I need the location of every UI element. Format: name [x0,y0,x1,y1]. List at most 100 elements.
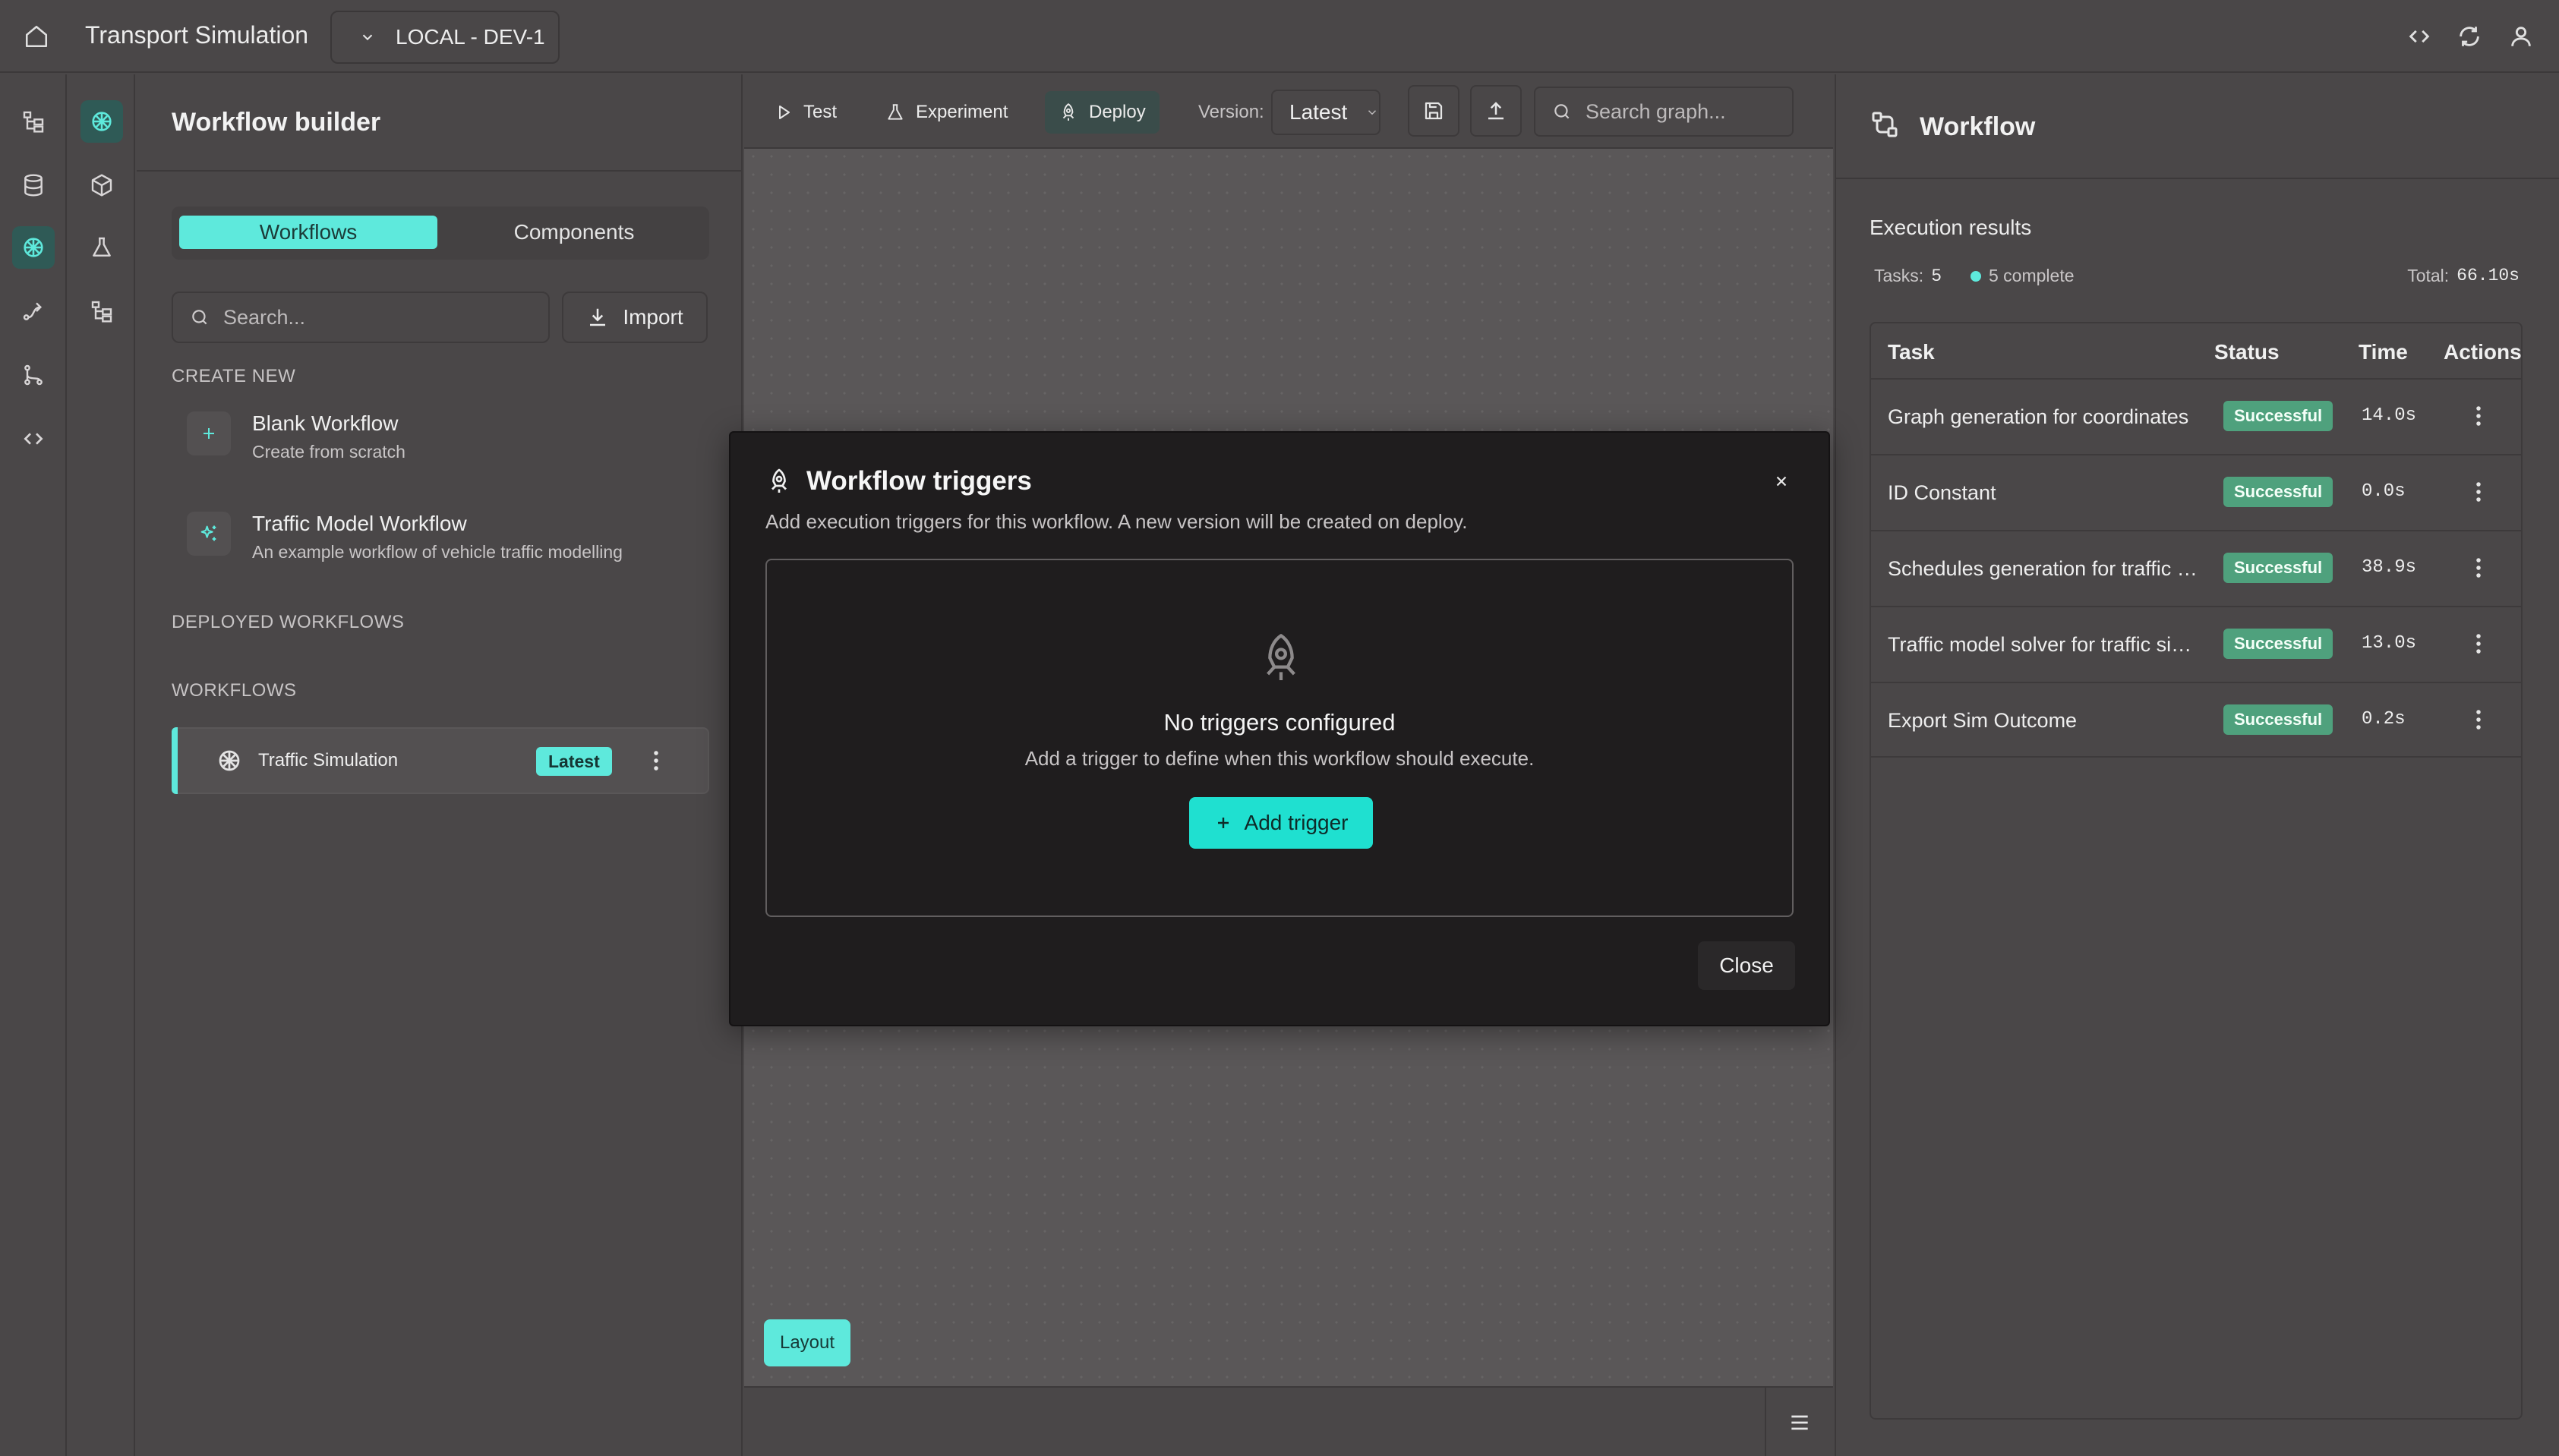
column-header-actions: Actions [2444,340,2522,364]
total-label: Total: [2407,266,2450,285]
canvas-bottom-bar [744,1386,1833,1456]
git-branch-icon[interactable] [12,354,55,396]
hierarchy-icon[interactable] [80,290,123,332]
version-value: Latest [1289,100,1348,124]
workflow-list-item[interactable]: Traffic Simulation Latest [172,727,709,794]
more-vertical-icon[interactable] [2463,627,2494,660]
template-description: Create from scratch [252,442,405,462]
plus-icon [187,411,231,455]
layout-button[interactable]: Layout [764,1319,850,1366]
menu-icon[interactable] [1765,1388,1833,1456]
task-time: 14.0s [2362,405,2417,426]
table-row[interactable]: Schedules generation for traffic simulat… [1871,530,2521,606]
status-badge: Successful [2223,401,2333,431]
tasks-count: 5 [1931,266,1942,286]
rocket-icon [1257,632,1305,686]
more-vertical-icon[interactable] [2463,399,2494,433]
selected-indicator [172,727,178,794]
version-select[interactable]: Latest [1271,90,1380,135]
execution-table: Task Status Time Actions Graph generatio… [1870,322,2523,1420]
table-row[interactable]: Graph generation for coordinates Success… [1871,378,2521,454]
upload-icon[interactable] [1470,85,1522,137]
database-icon[interactable] [12,164,55,206]
empty-state: No triggers configured Add a trigger to … [765,559,1794,917]
more-vertical-icon[interactable] [2463,551,2494,585]
tab-components[interactable]: Components [453,216,696,249]
table-row[interactable]: ID Constant Successful 0.0s [1871,454,2521,530]
play-icon [775,103,793,121]
experiment-label: Experiment [916,102,1008,122]
close-button[interactable]: Close [1698,941,1795,990]
dialog-description: Add execution triggers for this workflow… [765,510,1468,533]
rocket-icon [765,468,796,498]
execution-results-title: Execution results [1870,216,2032,239]
workflow-triggers-dialog: Workflow triggers Add execution triggers… [729,431,1830,1026]
save-icon[interactable] [1408,85,1459,137]
task-name: ID Constant [1888,481,1996,504]
import-button[interactable]: Import [562,292,708,343]
chevron-down-icon [359,29,376,46]
panel-title: Workflow builder [172,108,381,137]
complete-text: 5 complete [1989,266,2075,285]
total-time: Total: 66.10s [2407,266,2520,286]
workflow-icon [1870,109,1903,143]
search-input[interactable] [223,305,527,329]
workflow-brain-icon[interactable] [80,100,123,143]
task-time: 13.0s [2362,633,2417,654]
import-label: Import [623,305,683,329]
plus-icon [1214,814,1232,832]
task-name: Schedules generation for traffic simulat… [1888,557,2207,580]
cube-icon[interactable] [80,164,123,206]
task-time: 38.9s [2362,557,2417,578]
graph-search[interactable] [1534,87,1794,137]
workflow-search[interactable] [172,292,550,343]
task-name: Export Sim Outcome [1888,709,2078,732]
brain-icon[interactable] [12,226,55,269]
brain-icon [213,744,246,777]
tab-switcher: Workflows Components [172,206,709,260]
user-icon[interactable] [2504,20,2538,53]
template-traffic-model[interactable]: Traffic Model Workflow An example workfl… [172,496,709,580]
refresh-icon[interactable] [2453,20,2486,53]
graph-search-input[interactable] [1586,99,1791,124]
search-icon [190,307,210,327]
status-badge: Successful [2223,704,2333,735]
template-blank-workflow[interactable]: Blank Workflow Create from scratch [172,396,709,480]
secondary-nav-rail [68,74,135,1456]
more-vertical-icon[interactable] [641,744,671,777]
empty-state-description: Add a trigger to define when this workfl… [1024,747,1535,770]
tree-icon[interactable] [12,100,55,143]
add-trigger-label: Add trigger [1244,811,1349,834]
template-name: Blank Workflow [252,411,399,435]
task-time: 0.2s [2362,709,2406,730]
table-row[interactable]: Traffic model solver for traffic simulat… [1871,606,2521,682]
app-title: Transport Simulation [85,21,309,49]
top-bar: Transport Simulation LOCAL - DEV-1 [0,0,2559,73]
route-icon[interactable] [12,290,55,332]
more-vertical-icon[interactable] [2463,703,2494,736]
more-vertical-icon[interactable] [2463,475,2494,509]
flask-icon[interactable] [80,226,123,269]
workflow-details-panel: Workflow Execution results Tasks: 5 5 co… [1835,74,2559,1456]
table-row[interactable]: Export Sim Outcome Successful 0.2s [1871,682,2521,758]
rocket-icon [1059,102,1078,122]
workflow-builder-panel: Workflow builder Workflows Components Im… [137,74,743,1456]
add-trigger-button[interactable]: Add trigger [1189,797,1373,849]
code-brackets-icon[interactable] [12,418,55,460]
tab-workflows[interactable]: Workflows [179,216,437,249]
column-header-status: Status [2214,340,2280,364]
close-icon[interactable] [1766,466,1797,496]
primary-nav-rail [0,74,67,1456]
tasks-label: Tasks: [1874,266,1924,285]
deploy-button[interactable]: Deploy [1045,91,1160,134]
environment-select[interactable]: LOCAL - DEV-1 [330,11,560,64]
code-icon[interactable] [2403,20,2436,53]
status-badge: Successful [2223,553,2333,583]
divider [137,170,741,172]
complete-dot [1971,270,1981,282]
total-value: 66.10s [2456,266,2520,285]
home-icon[interactable] [20,20,53,53]
experiment-button[interactable]: Experiment [872,91,1021,134]
test-label: Test [803,102,838,122]
test-button[interactable]: Test [761,91,850,134]
